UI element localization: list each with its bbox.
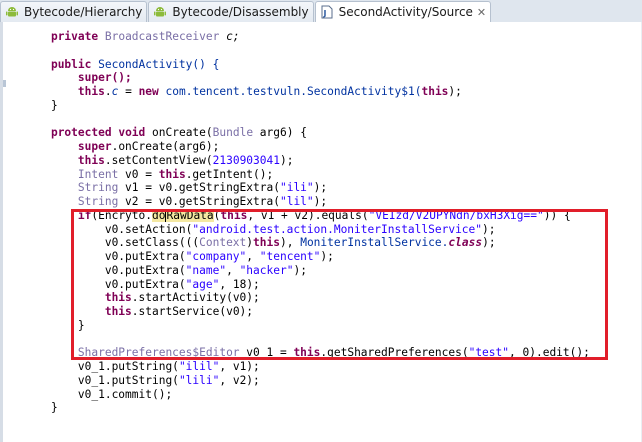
code-line: String v1 = v0.getStringExtra("ili"); [77, 181, 328, 195]
code-line: Intent v0 = this.getIntent(); [77, 167, 274, 181]
code-line: super.onCreate(arg6); [77, 140, 220, 153]
close-icon[interactable]: ✕ [477, 6, 486, 19]
code-line: protected void onCreate(Bundle arg6) { [50, 126, 307, 140]
code-line: this.setContentView(2130903041); [77, 153, 294, 167]
code-line: super(); [77, 71, 132, 85]
code-line: String v2 = v0.getStringExtra("lil"); [77, 195, 328, 208]
code-line: v0_1.commit(); [77, 387, 173, 401]
tab-label: SecondActivity/Source [338, 5, 473, 19]
code-line: v0_1.putString("ilil", v1); [77, 360, 260, 373]
tab-label: Bytecode/Hierarchy [24, 5, 143, 19]
tab-bytecode-hierarchy[interactable]: Bytecode/Hierarchy [0, 1, 148, 22]
tab-secondactivity-source[interactable]: J SecondActivity/Source ✕ [314, 1, 492, 22]
tab-bytecode-disassembly[interactable]: Bytecode/Disassembly [148, 1, 314, 22]
editor-tab-bar: Bytecode/Hierarchy Bytecode/Disassembly … [0, 0, 642, 23]
code-line: private BroadcastReceiver c; [50, 30, 240, 43]
android-icon [4, 4, 20, 20]
android-icon [152, 4, 168, 20]
code-line: public SecondActivity() { [50, 57, 220, 71]
highlight-box [71, 209, 608, 360]
code-line: this.c = new com.tencent.testvuln.Second… [77, 85, 462, 98]
code-line: } [50, 401, 58, 415]
code-line: v0_1.putString("lili", v2); [77, 373, 260, 387]
code-line: } [50, 98, 58, 112]
tab-label: Bytecode/Disassembly [172, 5, 309, 19]
gutter-marker [3, 80, 6, 87]
java-file-icon: J [319, 4, 335, 20]
svg-text:J: J [322, 9, 326, 18]
